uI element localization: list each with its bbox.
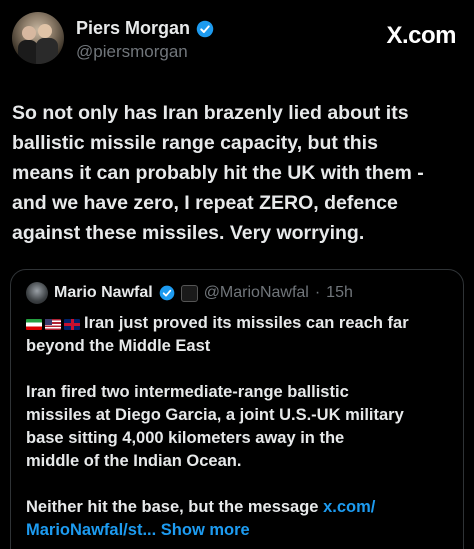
quoted-tweet-card[interactable]: Mario Nawfal @MarioNawfal · 15h Iran jus… <box>10 269 464 549</box>
verified-badge-icon <box>196 20 214 37</box>
tweet-line: ballistic missile range capacity, but th… <box>12 132 378 154</box>
quoted-final-line-2: MarioNawfal/st... Show more <box>26 519 454 542</box>
tweet-link-continued[interactable]: MarioNawfal/st... <box>26 521 156 539</box>
tweet-line: means it can probably hit the UK with th… <box>12 162 424 184</box>
quoted-final-text: Neither hit the base, but the message <box>26 498 324 516</box>
flag-emojis <box>26 319 80 330</box>
timestamp-separator: · <box>314 284 321 301</box>
show-more-link[interactable]: Show more <box>161 521 250 539</box>
verified-badge-icon <box>159 285 175 301</box>
uk-flag-icon <box>64 319 80 330</box>
tweet-link[interactable]: x.com/ <box>323 498 375 516</box>
quoted-paragraph-line: base sitting 4,000 kilometers away in th… <box>26 429 345 447</box>
affiliation-badge-icon <box>180 284 198 302</box>
avatar-face-left <box>22 26 36 40</box>
quoted-tweet-header: Mario Nawfal @MarioNawfal · 15h <box>26 282 353 304</box>
tweet-header: Piers Morgan @piersmorgan X.com <box>12 12 462 68</box>
author-avatar[interactable] <box>12 12 64 64</box>
x-logo: X.com <box>386 22 456 49</box>
quoted-author-name[interactable]: Mario Nawfal <box>54 284 153 302</box>
quoted-author-handle[interactable]: @MarioNawfal <box>204 284 309 302</box>
us-flag-icon <box>45 319 61 330</box>
quoted-tweet-body: Iran just proved its missiles can reach … <box>26 312 454 542</box>
quoted-headline-line: beyond the Middle East <box>26 337 211 355</box>
avatar-figure-right <box>36 38 58 64</box>
author-name[interactable]: Piers Morgan <box>76 18 190 39</box>
iran-flag-icon <box>26 319 42 330</box>
tweet-line: against these missiles. Very worrying. <box>12 222 365 244</box>
tweet-line: and we have zero, I repeat ZERO, defence <box>12 192 398 214</box>
tweet-line: So not only has Iran brazenly lied about… <box>12 102 409 124</box>
author-name-row: Piers Morgan <box>76 18 214 39</box>
quoted-paragraph-line: middle of the Indian Ocean. <box>26 452 242 470</box>
author-handle[interactable]: @piersmorgan <box>76 42 188 62</box>
quoted-paragraph-line: Iran fired two intermediate-range ballis… <box>26 383 349 401</box>
tweet-text: So not only has Iran brazenly lied about… <box>12 98 462 248</box>
quoted-headline-text: Iran just proved its missiles can reach … <box>84 314 409 332</box>
avatar-face-right <box>38 24 52 38</box>
quoted-headline-line: Iran just proved its missiles can reach … <box>26 312 454 335</box>
quoted-timestamp[interactable]: 15h <box>326 284 353 302</box>
quoted-paragraph-line: missiles at Diego Garcia, a joint U.S.-U… <box>26 406 404 424</box>
avatar-figure-left <box>18 40 38 64</box>
quoted-final-line: Neither hit the base, but the message x.… <box>26 496 454 519</box>
quoted-author-avatar[interactable] <box>26 282 48 304</box>
